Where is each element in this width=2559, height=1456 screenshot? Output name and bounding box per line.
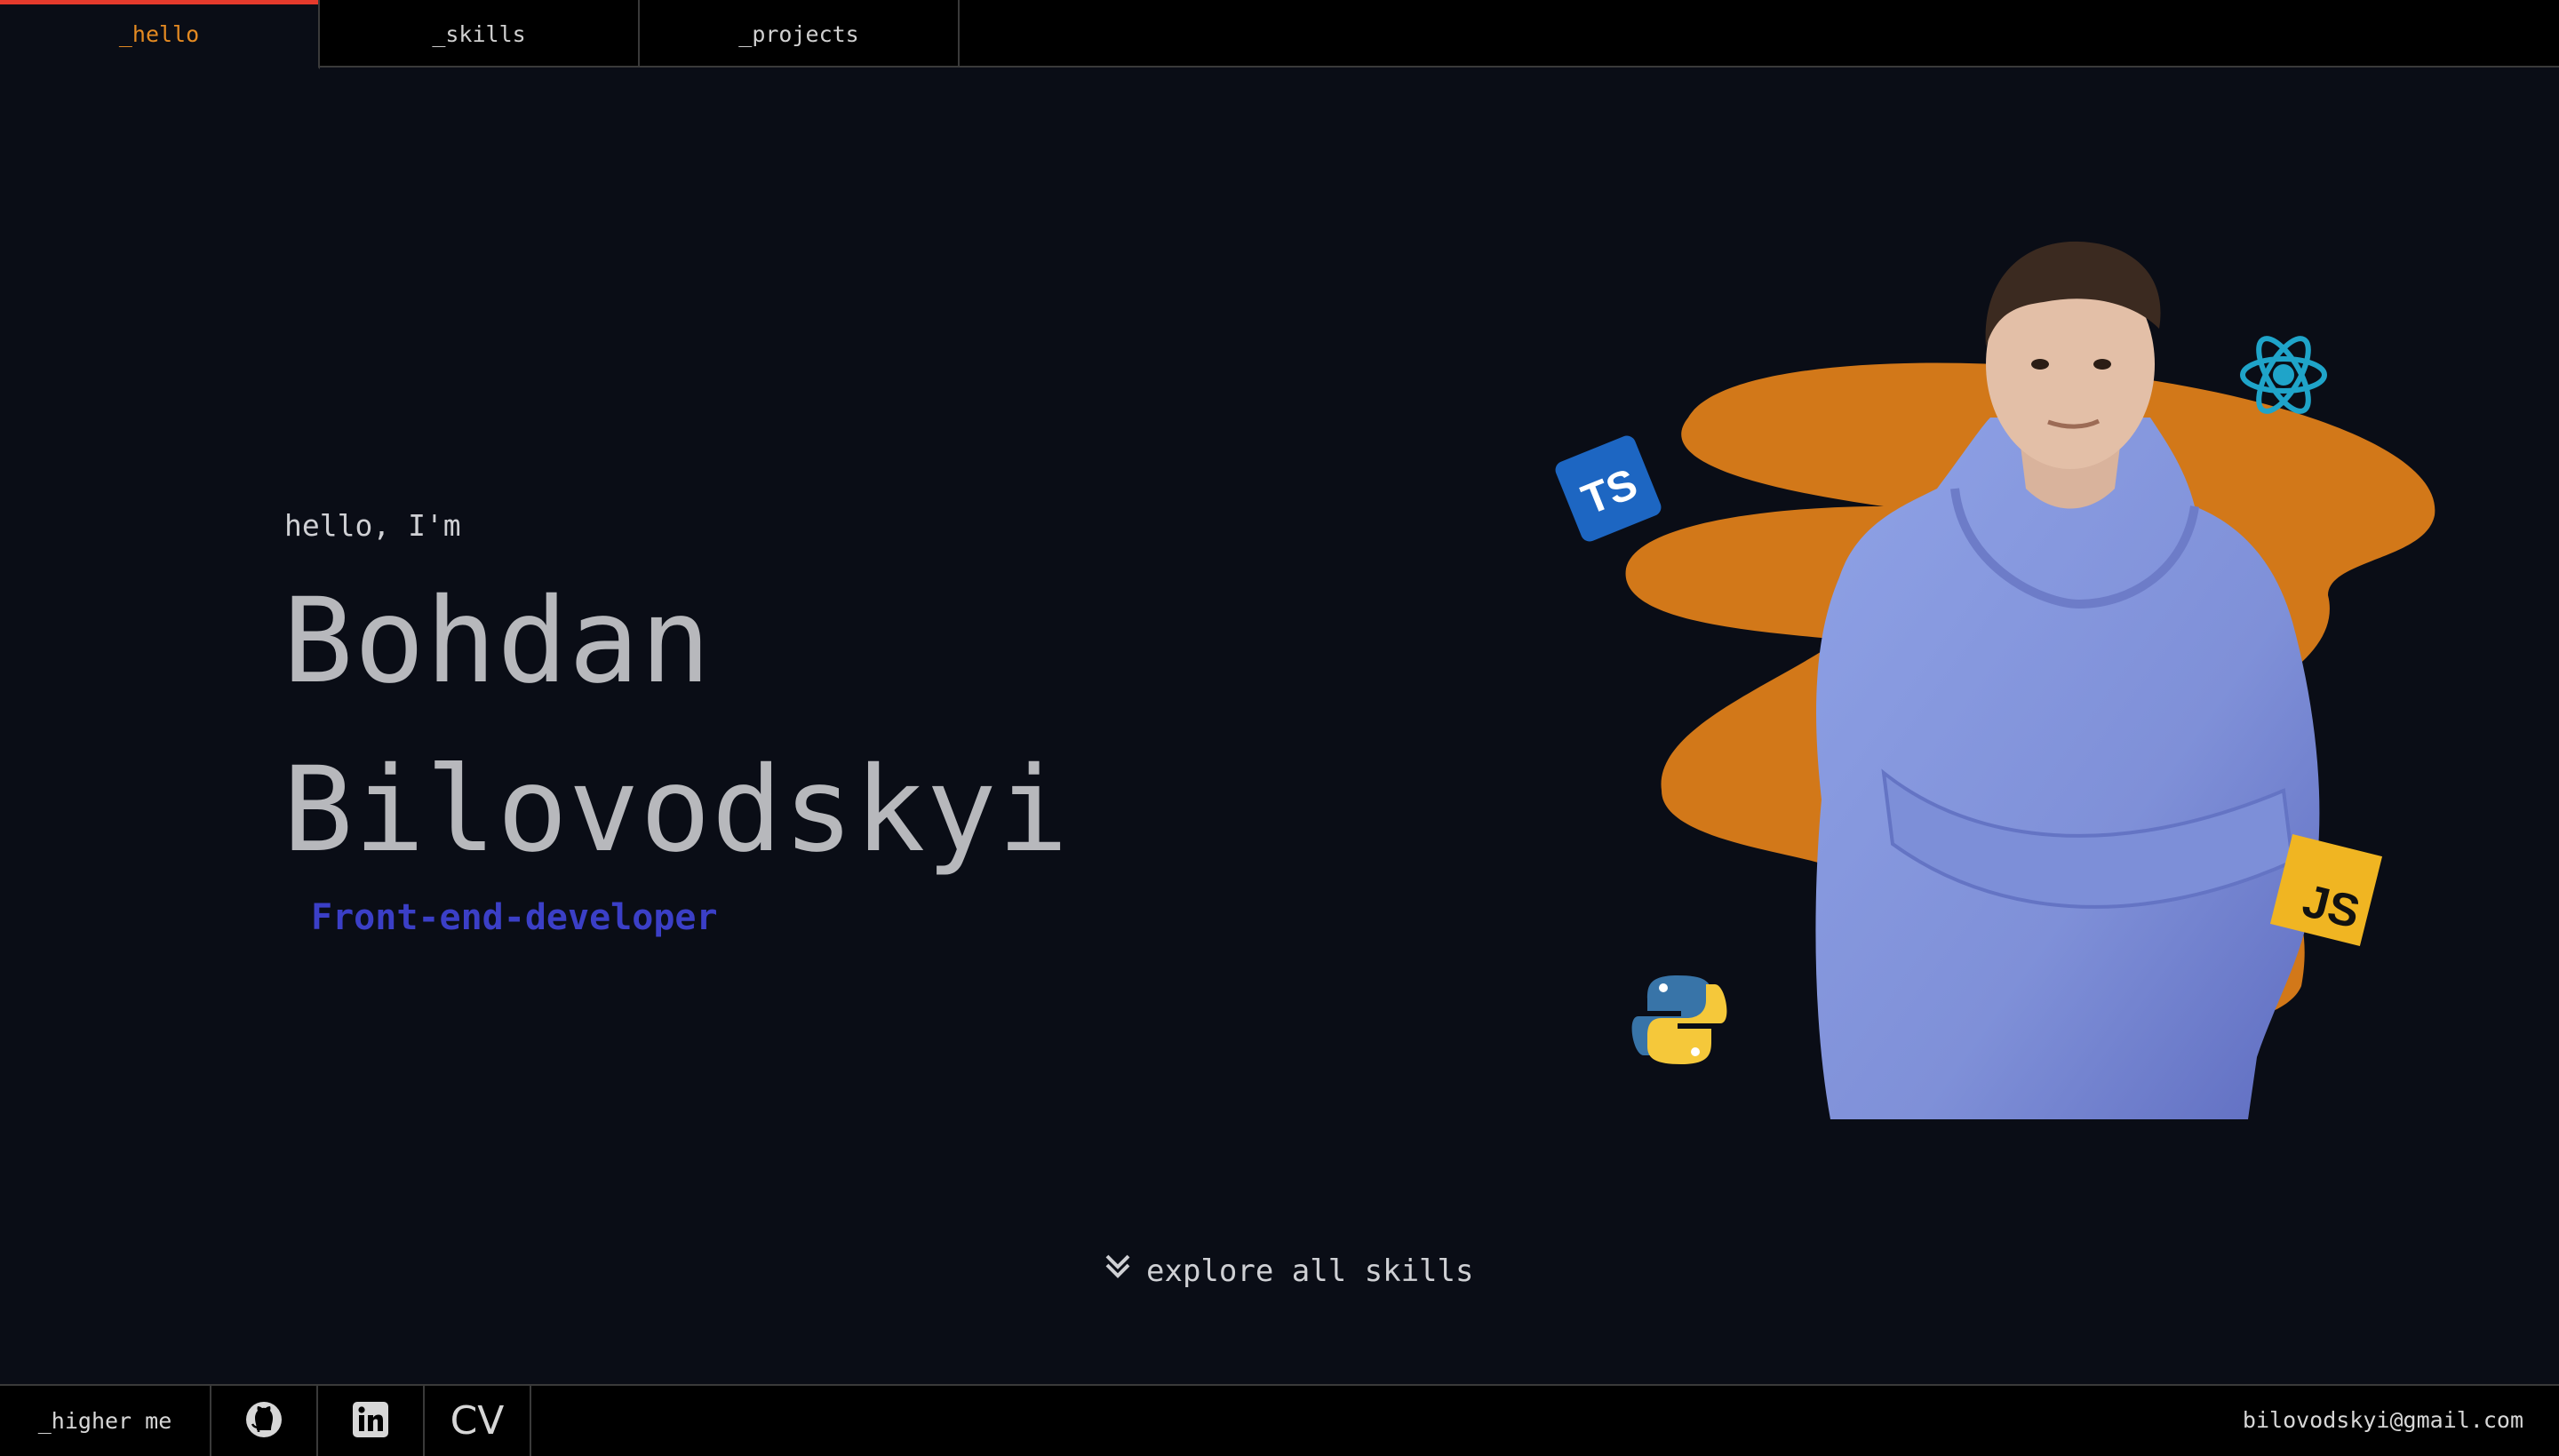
python-icon [1631, 975, 1727, 1064]
hero-illustration: TS JS [1555, 241, 2435, 1119]
tab-projects[interactable]: _projects [640, 0, 960, 68]
hire-me-link[interactable]: _higher me [0, 1386, 211, 1456]
top-nav: _hello _skills _projects [0, 0, 2559, 69]
explore-skills-link[interactable]: explore all skills [1102, 1251, 1473, 1291]
cv-link[interactable]: CV [425, 1386, 531, 1456]
github-icon [244, 1400, 283, 1443]
hero-visual: TS JS [1546, 222, 2506, 1128]
email-link[interactable]: bilovodskyi@gmail.com [2243, 1407, 2523, 1433]
first-name: Bohdan [283, 573, 712, 710]
explore-skills-label: explore all skills [1146, 1253, 1474, 1289]
double-chevron-down-icon [1102, 1251, 1134, 1291]
linkedin-link[interactable] [318, 1386, 425, 1456]
linkedin-icon [352, 1401, 389, 1442]
last-name: Bilovodskyi [283, 742, 1070, 879]
tab-hello[interactable]: _hello [0, 0, 320, 69]
github-link[interactable] [211, 1386, 318, 1456]
greeting-text: hello, I'm [284, 508, 461, 543]
role-title: Front-end-developer [311, 897, 718, 938]
typescript-badge: TS [1555, 435, 1662, 542]
footer: _higher me CV bilovodskyi@gmail.com [0, 1384, 2559, 1456]
tab-skills[interactable]: _skills [320, 0, 640, 68]
